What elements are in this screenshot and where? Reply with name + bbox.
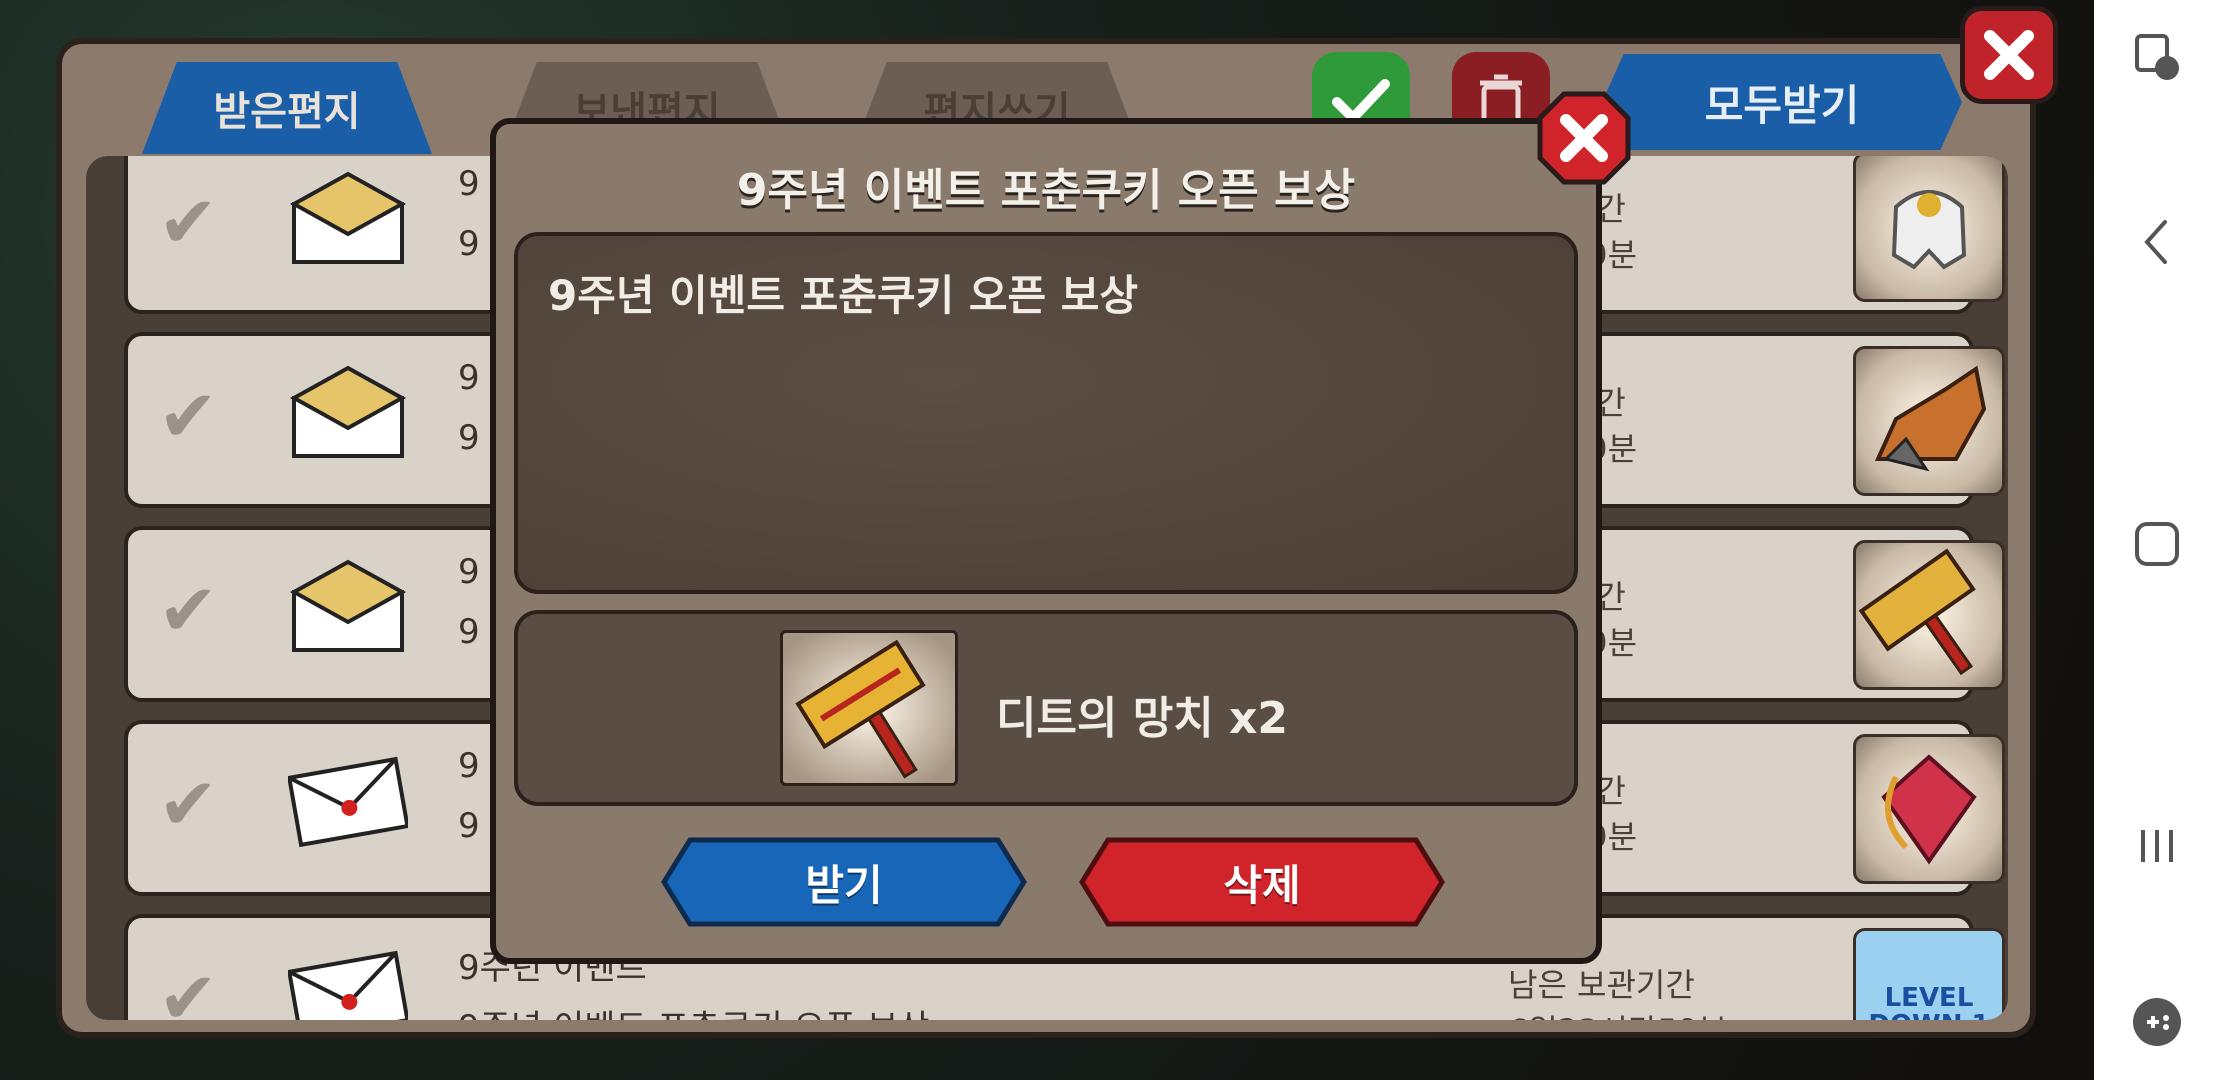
keep-time: 6일23시간59분: [1508, 1006, 1728, 1020]
back-icon: [2144, 220, 2167, 264]
receive-button[interactable]: 받기: [660, 836, 1028, 928]
mail-subtitle: 9: [458, 224, 480, 264]
mail-subtitle: 9: [458, 418, 480, 458]
delete-button-label: 삭제: [1223, 860, 1301, 910]
delete-button[interactable]: 삭제: [1078, 836, 1446, 928]
hammer-icon: [780, 630, 958, 786]
gauntlet-item-icon: [1853, 346, 2005, 496]
opened-envelope-icon: [289, 171, 407, 264]
mail-subtitle: 9주년 이벤트 포춘쿠키 오픈 보상: [458, 1000, 930, 1020]
reward-name: 디트의 망치 x2: [996, 693, 1289, 744]
game-screen: 받은편지 보낸편지 편지쓰기 모두받기 ✔ 9 9 보관기간 시간59분: [0, 0, 2094, 1080]
hammer-item-icon: [1853, 540, 2005, 690]
mail-title: 9: [458, 358, 480, 398]
level-down-item-icon: LEVEL DOWN 1: [1853, 928, 2005, 1020]
opened-envelope-icon: [289, 559, 407, 652]
reward-box: 디트의 망치 x2: [514, 610, 1578, 806]
mail-subtitle: 9: [458, 612, 480, 652]
gem-item-icon: [1853, 734, 2005, 884]
recents-button[interactable]: [2121, 810, 2193, 882]
keep-label: 남은 보관기간: [1508, 966, 1695, 1004]
sealed-envelope-icon: [288, 950, 408, 1020]
back-button[interactable]: [2121, 206, 2193, 278]
mail-title: 9: [458, 164, 480, 204]
touch-lock-button[interactable]: [2121, 22, 2193, 94]
check-icon[interactable]: ✔: [158, 568, 218, 652]
home-icon: [2135, 522, 2179, 566]
check-icon[interactable]: ✔: [158, 180, 218, 264]
mailbox-close-button[interactable]: [1960, 6, 2058, 104]
helmet-item-icon: [1853, 156, 2005, 302]
message-text: 9주년 이벤트 포춘쿠키 오픈 보상: [548, 271, 1139, 320]
dialog-title: 9주년 이벤트 포춘쿠키 오픈 보상: [736, 165, 1356, 216]
recents-icon: [2141, 830, 2173, 862]
check-icon[interactable]: ✔: [158, 956, 218, 1020]
touch-lock-icon: [2135, 34, 2179, 80]
receive-button-label: 받기: [805, 860, 883, 910]
home-button[interactable]: [2121, 508, 2193, 580]
receive-all-button[interactable]: 모두받기: [1602, 54, 1962, 150]
check-icon[interactable]: ✔: [158, 374, 218, 458]
check-icon[interactable]: ✔: [158, 762, 218, 846]
opened-envelope-icon: [289, 365, 407, 458]
game-tools-button[interactable]: [2121, 986, 2193, 1058]
dialog-close-button[interactable]: [1536, 90, 1632, 186]
mail-detail-dialog: 9주년 이벤트 포춘쿠키 오픈 보상 9주년 이벤트 포춘쿠키 오픈 보상 디트…: [490, 91, 1631, 964]
mail-subtitle: 9: [458, 806, 480, 846]
mail-title: 9: [458, 552, 480, 592]
mail-title: 9: [458, 746, 480, 786]
sealed-envelope-icon: [288, 756, 408, 848]
tab-received[interactable]: 받은편지: [142, 62, 432, 154]
message-box: 9주년 이벤트 포춘쿠키 오픈 보상: [514, 232, 1578, 594]
close-icon: [1984, 30, 2034, 80]
level-down-label: LEVEL DOWN 1: [1868, 983, 1989, 1020]
gamepad-icon: [2133, 998, 2181, 1046]
system-nav-bar: [2094, 0, 2220, 1080]
